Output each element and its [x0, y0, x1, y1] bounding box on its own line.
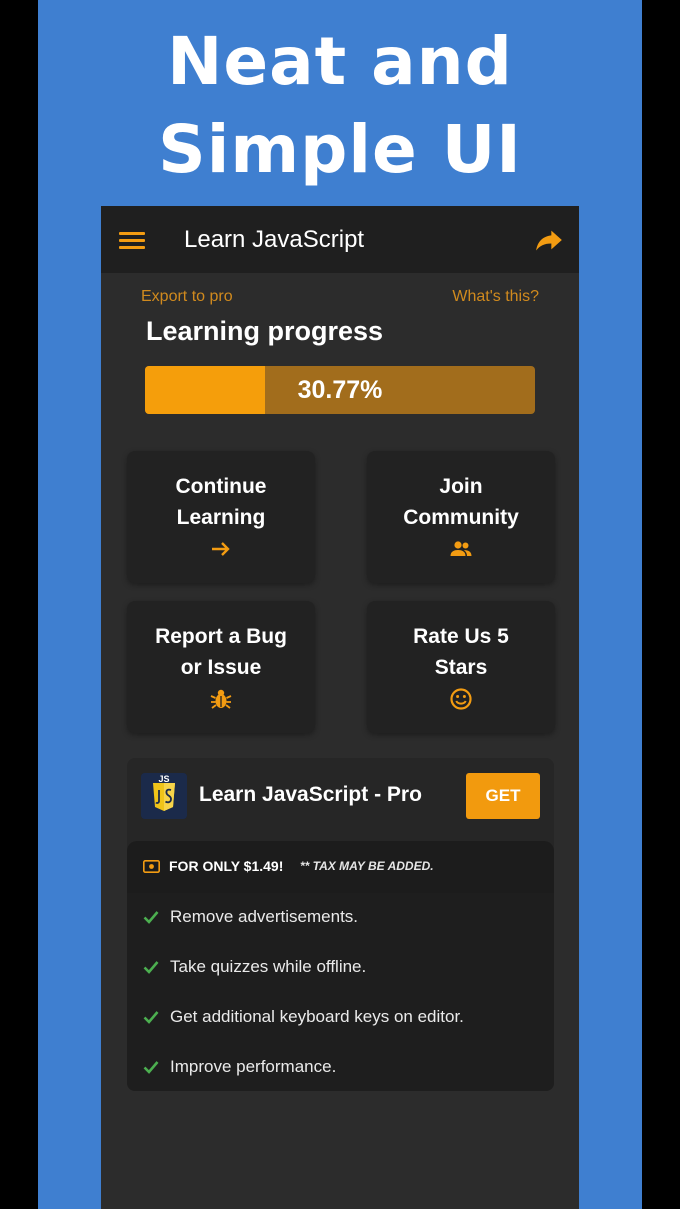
join-community-card[interactable]: Join Community [367, 451, 555, 583]
pro-title: Learn JavaScript - Pro [199, 783, 422, 806]
app-title: Learn JavaScript [184, 226, 365, 253]
hamburger-menu-icon[interactable] [119, 232, 145, 250]
progress-title: Learning progress [146, 316, 384, 346]
app-screen: Learn JavaScript Export to pro What's th… [101, 206, 579, 1209]
report-bug-card[interactable]: Report a Bug or Issue [127, 601, 315, 733]
share-icon[interactable] [535, 228, 563, 252]
feature-list: Remove advertisements. Take quizzes whil… [127, 893, 554, 1091]
bug-icon [210, 689, 232, 709]
group-icon [450, 541, 472, 556]
top-links: Export to pro What's this? [141, 288, 539, 308]
headline-line-1: Neat and [167, 23, 513, 100]
promo-headline: Neat and Simple UI [38, 18, 642, 194]
card-label: Rate Us 5 Stars [413, 625, 509, 679]
check-icon [143, 911, 159, 924]
card-label: Report a Bug or Issue [155, 625, 287, 679]
card-label: Join Community [403, 475, 519, 529]
export-to-pro-link[interactable]: Export to pro [141, 288, 233, 306]
cash-icon [143, 860, 160, 873]
app-bar: Learn JavaScript [101, 206, 579, 273]
js-logo-icon: JS [141, 773, 187, 819]
check-icon [143, 1061, 159, 1074]
price-banner: FOR ONLY $1.49! ** TAX MAY BE ADDED. [127, 841, 554, 893]
check-icon [143, 961, 159, 974]
logo-text: JS [158, 774, 169, 784]
check-icon [143, 1011, 159, 1024]
progress-value: 30.77% [297, 376, 383, 404]
card-label: Continue Learning [175, 475, 267, 529]
continue-learning-card[interactable]: Continue Learning [127, 451, 315, 583]
price-text: FOR ONLY $1.49! [169, 858, 284, 874]
whats-this-link[interactable]: What's this? [452, 288, 539, 306]
headline-line-2: Simple UI [158, 111, 522, 188]
tax-note: ** TAX MAY BE ADDED. [300, 859, 434, 873]
progress-bar: 30.77% [145, 366, 535, 414]
pro-upgrade-panel: JS Learn JavaScript - Pro GET FOR ONLY $… [127, 758, 554, 1091]
arrow-right-icon [212, 542, 230, 556]
rate-us-card[interactable]: Rate Us 5 Stars [367, 601, 555, 733]
get-pro-button[interactable]: GET [466, 773, 540, 819]
smiley-icon [450, 688, 472, 710]
